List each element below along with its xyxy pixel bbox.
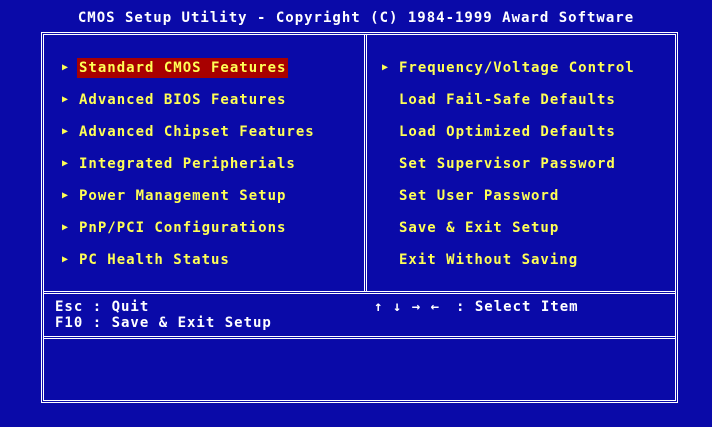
menu-item-advanced-bios-features[interactable]: ▶ Advanced BIOS Features: [62, 90, 285, 110]
menu-item-exit-without-saving[interactable]: Exit Without Saving: [382, 250, 577, 270]
menu-item-integrated-peripherials[interactable]: ▶ Integrated Peripherials: [62, 154, 295, 174]
key-help-esc: Esc : Quit: [55, 299, 150, 315]
menu-item-label: Frequency/Voltage Control: [399, 60, 635, 76]
menu-item-label: Power Management Setup: [79, 188, 287, 204]
menu-item-set-user-password[interactable]: Set User Password: [382, 186, 558, 206]
menu-item-load-optimized-defaults[interactable]: Load Optimized Defaults: [382, 122, 615, 142]
menu-item-load-fail-safe-defaults[interactable]: Load Fail-Safe Defaults: [382, 90, 615, 110]
submenu-arrow-icon: ▶: [62, 222, 70, 233]
submenu-arrow-icon: ▶: [62, 254, 70, 265]
menu-item-save-exit-setup[interactable]: Save & Exit Setup: [382, 218, 558, 238]
menu-item-label: Load Optimized Defaults: [399, 124, 616, 140]
keyhelp-status-divider: [44, 336, 675, 339]
key-help-select-item: : Select Item: [456, 299, 579, 315]
submenu-arrow-icon: ▶: [62, 190, 70, 201]
menu-item-set-supervisor-password[interactable]: Set Supervisor Password: [382, 154, 615, 174]
menu-item-label: Integrated Peripherials: [79, 156, 296, 172]
menu-item-power-management-setup[interactable]: ▶ Power Management Setup: [62, 186, 285, 206]
menu-item-label: Set User Password: [399, 188, 560, 204]
menu-item-pnp-pci-configurations[interactable]: ▶ PnP/PCI Configurations: [62, 218, 285, 238]
submenu-arrow-icon: ▶: [62, 126, 70, 137]
menu-item-pc-health-status[interactable]: ▶ PC Health Status: [62, 250, 229, 270]
menu-item-label: Standard CMOS Features: [77, 58, 289, 78]
menu-item-label: PC Health Status: [79, 252, 230, 268]
submenu-arrow-icon: ▶: [382, 62, 390, 73]
menu-item-label: PnP/PCI Configurations: [79, 220, 287, 236]
menu-item-label: Load Fail-Safe Defaults: [399, 92, 616, 108]
menu-item-frequency-voltage-control[interactable]: ▶ Frequency/Voltage Control: [382, 58, 634, 78]
menu-keyhelp-divider: [44, 291, 675, 294]
submenu-arrow-icon: ▶: [62, 94, 70, 105]
menu-item-label: Set Supervisor Password: [399, 156, 616, 172]
window-title: CMOS Setup Utility - Copyright (C) 1984-…: [77, 10, 635, 26]
submenu-arrow-icon: ▶: [62, 62, 70, 73]
key-help-f10: F10 : Save & Exit Setup: [55, 315, 272, 331]
setup-frame: ▶ Standard CMOS Features ▶ Advanced BIOS…: [41, 32, 678, 403]
arrow-keys-icon: ↑ ↓ → ←: [374, 299, 441, 315]
submenu-arrow-icon: ▶: [62, 158, 70, 169]
menu-item-label: Advanced BIOS Features: [79, 92, 287, 108]
column-divider: [364, 35, 367, 291]
menu-item-label: Advanced Chipset Features: [79, 124, 315, 140]
menu-item-advanced-chipset-features[interactable]: ▶ Advanced Chipset Features: [62, 122, 314, 142]
menu-item-standard-cmos-features[interactable]: ▶ Standard CMOS Features: [62, 58, 289, 78]
menu-item-label: Save & Exit Setup: [399, 220, 560, 236]
menu-item-label: Exit Without Saving: [399, 252, 579, 268]
